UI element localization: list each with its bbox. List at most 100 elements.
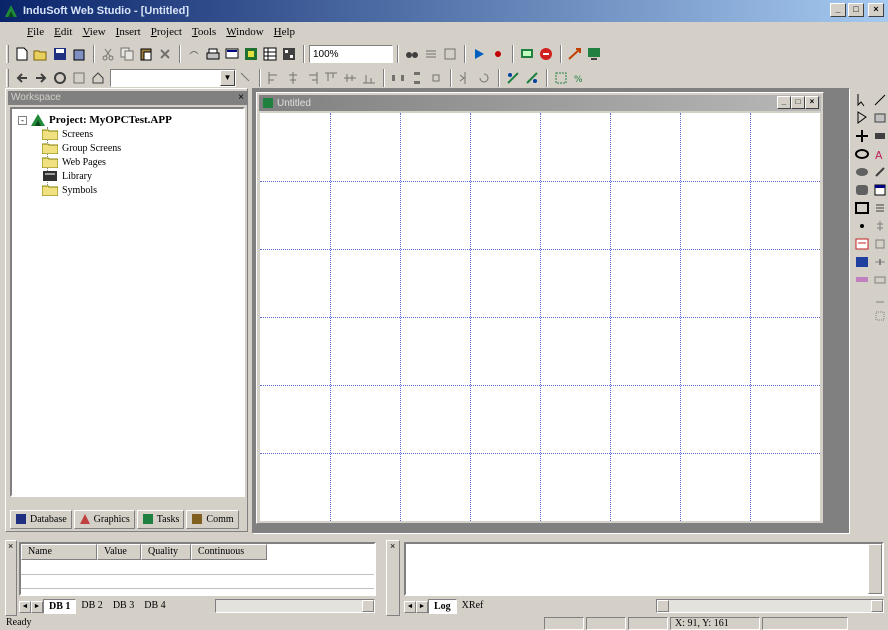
menu-help[interactable]: Help <box>269 26 300 38</box>
refresh-icon[interactable] <box>70 69 88 87</box>
new-icon[interactable] <box>13 45 31 63</box>
grid-icon[interactable] <box>280 45 298 63</box>
toolbar-grip[interactable] <box>6 45 9 63</box>
tab-log[interactable]: Log <box>428 599 457 614</box>
close-button[interactable]: × <box>868 3 884 17</box>
tree-item-symbols[interactable]: Symbols <box>42 183 121 197</box>
screen-title-bar[interactable]: Untitled _ □ × <box>259 95 821 111</box>
open-icon[interactable] <box>32 45 50 63</box>
undo-icon[interactable] <box>185 45 203 63</box>
minimize-button[interactable]: _ <box>830 3 846 17</box>
column-header-name[interactable]: Name <box>21 544 97 560</box>
combo-object-icon[interactable] <box>872 272 888 288</box>
screen-minimize-button[interactable]: _ <box>777 96 791 109</box>
toolbar-grip[interactable] <box>6 69 9 87</box>
fit-icon[interactable] <box>552 69 570 87</box>
tab-database[interactable]: Database <box>10 509 72 529</box>
tab-tasks[interactable]: Tasks <box>136 509 185 529</box>
menu-file[interactable]: File <box>22 26 49 38</box>
checkbox-object-icon[interactable] <box>872 236 888 252</box>
tab-xref[interactable]: XRef <box>456 599 489 614</box>
align-center-icon[interactable] <box>284 69 302 87</box>
trend-object-icon[interactable] <box>854 254 870 270</box>
tree-root[interactable]: - Project: MyOPCTest.APP <box>18 113 172 127</box>
column-header-continuous[interactable]: Continuous <box>191 544 267 560</box>
rotate-icon[interactable] <box>475 69 493 87</box>
pencil-icon[interactable] <box>872 164 888 180</box>
screen-icon[interactable] <box>223 45 241 63</box>
text-icon[interactable]: A <box>872 146 888 162</box>
delete-icon[interactable] <box>156 45 174 63</box>
workspace-title-bar[interactable]: Workspace × <box>8 91 247 105</box>
tree-item-group-screens[interactable]: Group Screens <box>42 141 121 155</box>
slider-object-icon[interactable] <box>872 254 888 270</box>
screen-close-button[interactable]: × <box>805 96 819 109</box>
scale-icon[interactable] <box>872 218 888 234</box>
collapse-icon[interactable]: - <box>18 115 27 125</box>
align-right-icon[interactable] <box>303 69 321 87</box>
scroll-left-icon[interactable] <box>657 600 669 612</box>
stop-runtime-icon[interactable] <box>537 45 555 63</box>
stop-nav-icon[interactable] <box>51 69 69 87</box>
alarm-object-icon[interactable] <box>854 236 870 252</box>
vertical-scrollbar[interactable] <box>868 544 882 594</box>
horizontal-scrollbar[interactable] <box>215 599 375 613</box>
tree-item-library[interactable]: Library <box>42 169 121 183</box>
menu-insert[interactable]: Insert <box>111 26 146 38</box>
filled-ellipse-icon[interactable] <box>854 164 870 180</box>
crosshair-icon[interactable] <box>854 128 870 144</box>
grid-object-icon[interactable] <box>854 272 870 288</box>
list-object-icon[interactable] <box>872 200 888 216</box>
forward-icon[interactable] <box>32 69 50 87</box>
goto-icon[interactable] <box>441 45 459 63</box>
panel-grip[interactable]: × <box>386 540 400 616</box>
database-icon[interactable] <box>261 45 279 63</box>
zoom-combo[interactable]: 100% <box>309 45 393 63</box>
ellipse-icon[interactable] <box>854 146 870 162</box>
tab-db-4[interactable]: DB 4 <box>139 599 171 614</box>
rounded-rect-icon[interactable] <box>854 182 870 198</box>
edit-object-icon[interactable] <box>872 290 888 306</box>
copy-icon[interactable] <box>118 45 136 63</box>
panel-close-icon[interactable]: × <box>390 541 395 551</box>
frame-object-icon[interactable] <box>872 308 888 324</box>
maximize-button[interactable]: □ <box>848 3 864 17</box>
save-all-icon[interactable] <box>70 45 88 63</box>
align-left-icon[interactable] <box>265 69 283 87</box>
cut-icon[interactable] <box>99 45 117 63</box>
tab-comm[interactable]: Comm <box>186 509 239 529</box>
screen-maximize-button[interactable]: □ <box>791 96 805 109</box>
line-icon[interactable] <box>872 92 888 108</box>
menu-edit[interactable]: Edit <box>49 26 77 38</box>
ungroup-icon[interactable] <box>523 69 541 87</box>
tab-scroll-left-icon[interactable]: ◄ <box>19 600 31 613</box>
space-vertical-icon[interactable] <box>408 69 426 87</box>
remote-icon[interactable] <box>585 45 603 63</box>
zoom-icon[interactable]: % <box>571 69 589 87</box>
runtime-icon[interactable] <box>518 45 536 63</box>
align-bottom-icon[interactable] <box>360 69 378 87</box>
align-top-icon[interactable] <box>322 69 340 87</box>
pointer-icon[interactable] <box>236 69 254 87</box>
drawing-canvas[interactable] <box>260 113 820 521</box>
flip-icon[interactable] <box>456 69 474 87</box>
center-icon[interactable] <box>427 69 445 87</box>
align-middle-icon[interactable] <box>341 69 359 87</box>
horizontal-scrollbar[interactable] <box>656 599 884 613</box>
rectangle-icon[interactable] <box>854 200 870 216</box>
tab-db-2[interactable]: DB 2 <box>76 599 108 614</box>
tab-graphics[interactable]: Graphics <box>73 509 135 529</box>
scroll-right-icon[interactable] <box>871 600 883 612</box>
rect-object-icon[interactable] <box>872 128 888 144</box>
menu-window[interactable]: Window <box>221 26 268 38</box>
dot-icon[interactable] <box>854 218 870 234</box>
panel-grip[interactable]: × <box>5 540 17 616</box>
column-header-quality[interactable]: Quality <box>141 544 191 560</box>
save-icon[interactable] <box>51 45 69 63</box>
run-icon[interactable] <box>470 45 488 63</box>
select-icon[interactable] <box>854 92 870 108</box>
find-icon[interactable] <box>403 45 421 63</box>
tree-item-screens[interactable]: Screens <box>42 127 121 141</box>
space-horizontal-icon[interactable] <box>389 69 407 87</box>
workspace-close-icon[interactable]: × <box>238 91 244 105</box>
